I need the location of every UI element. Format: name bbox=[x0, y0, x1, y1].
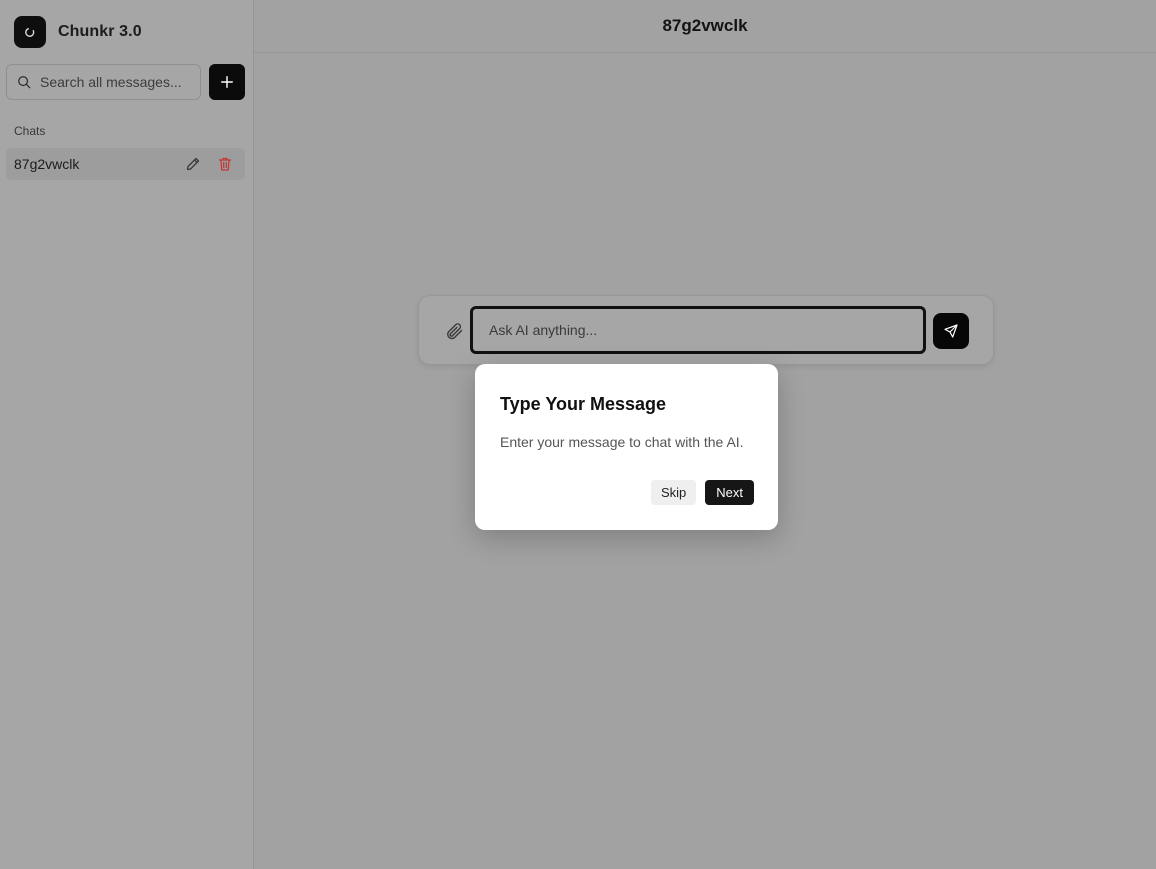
edit-chat-button[interactable] bbox=[184, 155, 202, 173]
search-icon bbox=[18, 76, 31, 89]
trash-icon bbox=[218, 157, 232, 171]
paperclip-icon bbox=[447, 323, 463, 340]
send-icon bbox=[944, 324, 958, 338]
chat-item-label: 87g2vwclk bbox=[14, 156, 80, 172]
pencil-icon bbox=[186, 157, 200, 171]
popover-actions: Skip Next bbox=[650, 480, 754, 505]
sidebar-chat-item[interactable]: 87g2vwclk bbox=[6, 148, 245, 180]
app-logo-icon bbox=[14, 16, 46, 48]
plus-icon bbox=[221, 76, 233, 88]
app-window: Chunkr 3.0 Chats 87g2vwclk bbox=[0, 0, 1156, 869]
chat-header: 87g2vwclk bbox=[254, 0, 1156, 53]
popover-title: Type Your Message bbox=[500, 394, 667, 414]
attach-file-button[interactable] bbox=[443, 320, 465, 342]
chats-section-label: Chats bbox=[14, 124, 46, 138]
message-input[interactable] bbox=[470, 306, 926, 354]
onboarding-popover: Type Your Message Enter your message to … bbox=[475, 364, 778, 530]
popover-description: Enter your message to chat with the AI. bbox=[500, 434, 744, 450]
skip-button[interactable]: Skip bbox=[650, 480, 697, 505]
search-box[interactable] bbox=[6, 64, 201, 100]
brand: Chunkr 3.0 bbox=[14, 16, 142, 48]
search-input[interactable] bbox=[40, 74, 190, 90]
message-composer bbox=[418, 295, 994, 365]
send-button[interactable] bbox=[933, 313, 969, 349]
chat-title: 87g2vwclk bbox=[662, 16, 748, 35]
next-button[interactable]: Next bbox=[705, 480, 754, 505]
new-chat-button[interactable] bbox=[209, 64, 245, 100]
app-title: Chunkr 3.0 bbox=[58, 23, 142, 40]
delete-chat-button[interactable] bbox=[216, 155, 234, 173]
sidebar: Chunkr 3.0 Chats 87g2vwclk bbox=[0, 0, 254, 869]
